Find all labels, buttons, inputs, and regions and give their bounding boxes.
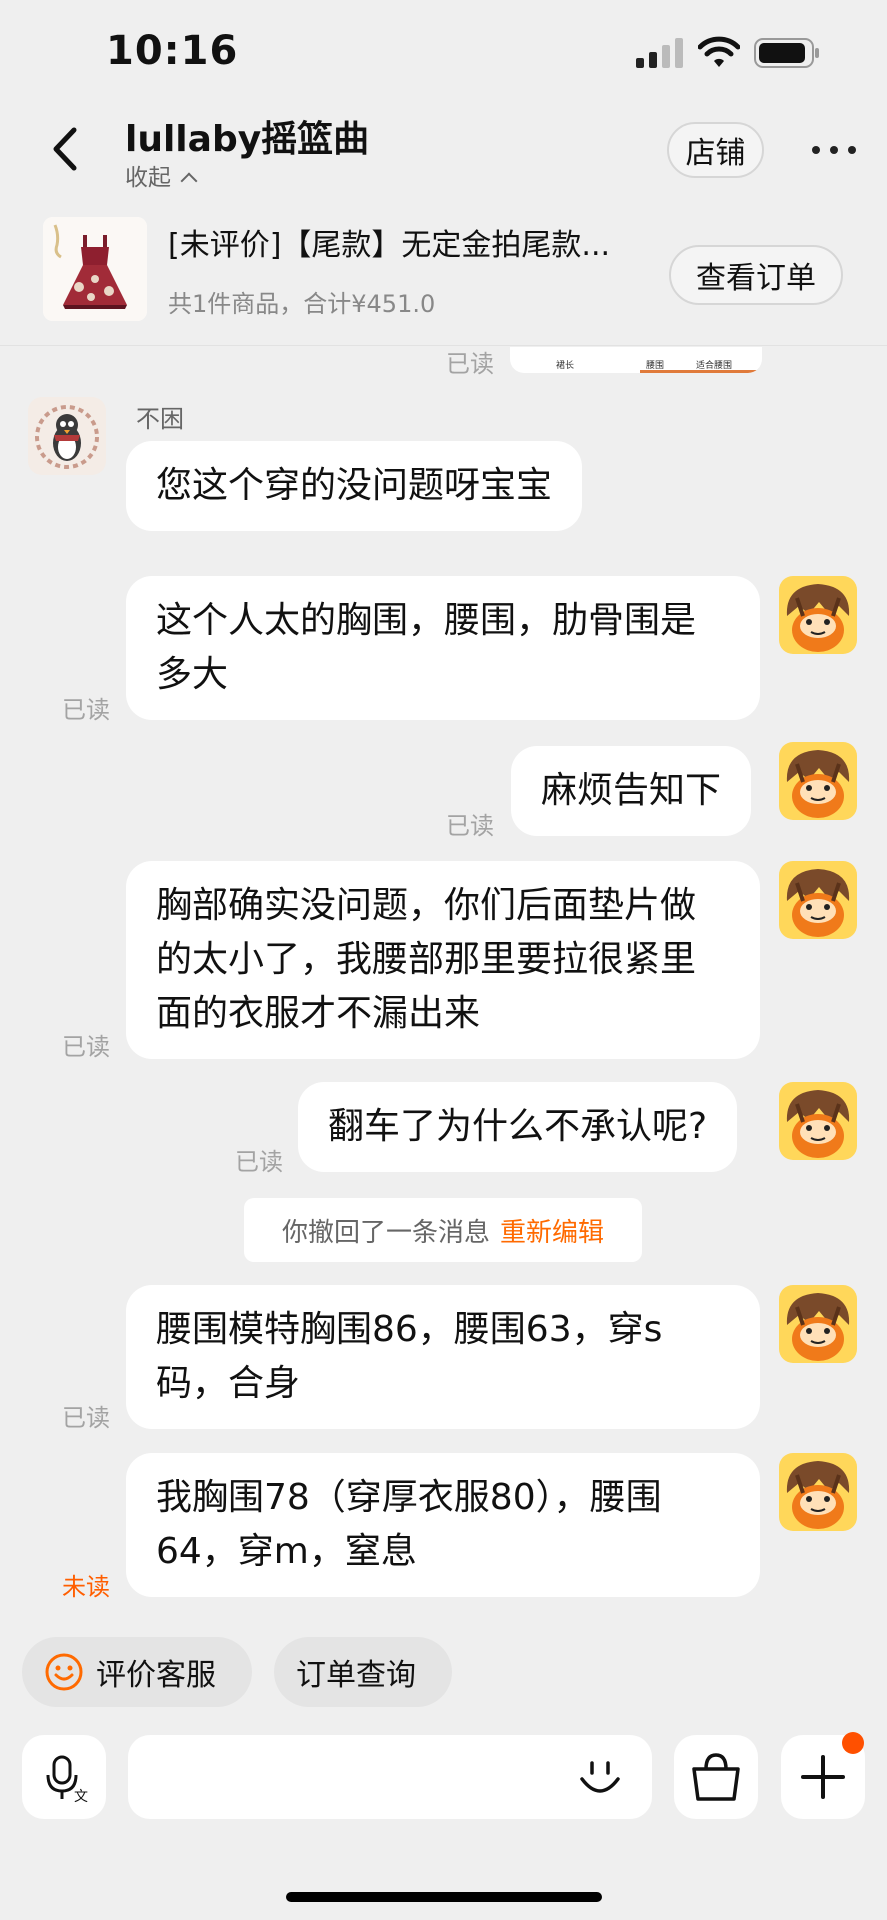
read-status: 已读 — [446, 350, 494, 378]
user-avatar[interactable] — [779, 742, 857, 820]
back-arrow-icon[interactable] — [46, 126, 86, 172]
status-time: 10:16 — [106, 28, 239, 74]
message-bubble-outgoing[interactable]: 麻烦告知下 — [511, 746, 752, 836]
rate-service-chip[interactable]: 评价客服 — [22, 1637, 252, 1707]
chevron-up-icon — [180, 172, 198, 190]
message-bubble-outgoing[interactable]: 胸部确实没问题，你们后面垫片做的太小了，我腰部那里要拉很紧里面的衣服才不漏出来 — [126, 861, 760, 1059]
sender-name: 不困 — [136, 405, 184, 433]
system-message: 你撤回了一条消息 重新编辑 — [244, 1198, 642, 1262]
cellular-signal-icon — [636, 38, 683, 68]
message-bubble-incoming[interactable]: 您这个穿的没问题呀宝宝 — [126, 441, 583, 531]
order-query-label: 订单查询 — [296, 1658, 416, 1693]
cartoon-avatar-icon — [779, 861, 857, 939]
message-input[interactable] — [128, 1735, 652, 1819]
message-bubble-outgoing[interactable]: 这个人太的胸围，腰围，肋骨围是多大 — [126, 576, 760, 720]
wifi-icon — [698, 36, 740, 67]
user-avatar[interactable] — [779, 1082, 857, 1160]
unread-status: 未读 — [62, 1573, 110, 1601]
svg-text:文: 文 — [74, 1789, 88, 1805]
size-chart-image[interactable]: 裙长 腰围 适合腰围 — [510, 347, 762, 373]
cartoon-avatar-icon — [779, 576, 857, 654]
shop-button[interactable]: 店铺 — [667, 122, 764, 178]
read-status: 已读 — [235, 1148, 283, 1176]
order-summary: 共1件商品，合计¥451.0 — [168, 290, 436, 318]
voice-input-button[interactable]: 文 — [22, 1735, 106, 1819]
rate-service-label: 评价客服 — [96, 1658, 216, 1693]
emoji-icon[interactable] — [576, 1753, 624, 1801]
re-edit-link[interactable]: 重新编辑 — [500, 1212, 604, 1249]
smile-icon — [45, 1653, 83, 1691]
battery-icon — [754, 38, 819, 68]
more-menu-icon[interactable] — [812, 146, 856, 156]
message-bubble-outgoing[interactable]: 翻车了为什么不承认呢? — [298, 1082, 738, 1172]
notification-dot — [842, 1732, 864, 1754]
status-bar: 10:16 — [0, 0, 887, 110]
shopping-bag-icon — [692, 1753, 740, 1801]
header-divider — [0, 345, 887, 346]
read-status: 已读 — [62, 1033, 110, 1061]
dress-image — [43, 217, 147, 321]
user-avatar[interactable] — [779, 1285, 857, 1363]
shopping-bag-button[interactable] — [674, 1735, 758, 1819]
user-avatar[interactable] — [779, 1453, 857, 1531]
collapse-toggle[interactable]: 收起 — [125, 158, 198, 192]
cartoon-avatar-icon — [779, 1082, 857, 1160]
cartoon-avatar-icon — [779, 1453, 857, 1531]
order-product-thumbnail[interactable] — [43, 217, 147, 321]
view-order-button[interactable]: 查看订单 — [669, 245, 843, 305]
message-bubble-outgoing[interactable]: 我胸围78（穿厚衣服80），腰围64，穿m，窒息 — [126, 1453, 760, 1597]
home-indicator[interactable] — [286, 1892, 602, 1902]
read-status: 已读 — [62, 696, 110, 724]
read-status: 已读 — [62, 1404, 110, 1432]
read-status: 已读 — [446, 812, 494, 840]
microphone-translate-icon: 文 — [46, 1755, 88, 1805]
collapse-label: 收起 — [125, 165, 171, 191]
message-bubble-outgoing[interactable]: 腰围模特胸围86，腰围63，穿s码，合身 — [126, 1285, 760, 1429]
cartoon-avatar-icon — [779, 1285, 857, 1363]
order-title[interactable]: [未评价]【尾款】无定金拍尾款... — [168, 220, 648, 264]
order-query-chip[interactable]: 订单查询 — [274, 1637, 452, 1707]
user-avatar[interactable] — [779, 861, 857, 939]
user-avatar[interactable] — [779, 576, 857, 654]
cartoon-avatar-icon — [779, 742, 857, 820]
support-agent-avatar[interactable] — [28, 397, 106, 475]
shop-title: lullaby摇篮曲 — [125, 119, 370, 160]
recall-notice: 你撤回了一条消息 — [281, 1217, 490, 1248]
size-chart-label: 裙长 — [556, 361, 575, 371]
